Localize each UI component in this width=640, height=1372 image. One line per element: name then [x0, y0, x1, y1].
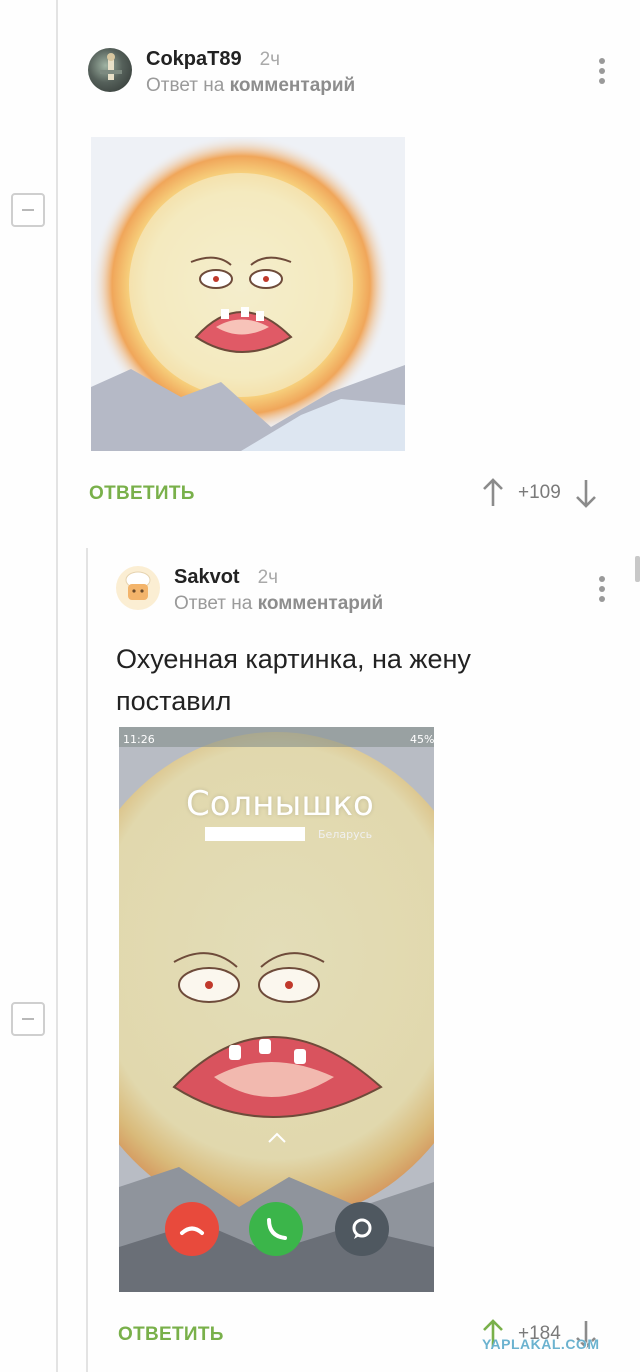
thread-line-inner: [86, 548, 88, 1372]
reply-to-line: Ответ на комментарий: [174, 593, 383, 615]
avatar[interactable]: [116, 566, 160, 610]
timestamp: 2ч: [259, 49, 281, 70]
avatar[interactable]: [88, 48, 132, 92]
collapse-reply-button[interactable]: [11, 1002, 45, 1036]
timestamp: 2ч: [257, 567, 279, 588]
comment-text: Охуенная картинка, на жену поставил: [116, 644, 471, 716]
reply-to-link[interactable]: комментарий: [258, 593, 384, 614]
decline-call-icon: [165, 1202, 219, 1256]
comment-image[interactable]: [91, 137, 405, 451]
more-vertical-icon[interactable]: [592, 574, 612, 604]
redacted-number: [205, 827, 305, 841]
comment-header: CokpaT89 2ч Ответ на комментарий: [88, 48, 355, 97]
reply-to-prefix: Ответ на: [146, 75, 225, 96]
reply-to-line: Ответ на комментарий: [146, 75, 355, 97]
reply-button[interactable]: ОТВЕТИТЬ: [118, 1324, 224, 1346]
scrollbar-thumb[interactable]: [635, 556, 640, 582]
phone-status-time: 11:26: [123, 733, 155, 746]
upvote-arrow-icon[interactable]: [482, 478, 504, 508]
reply-button[interactable]: ОТВЕТИТЬ: [89, 483, 195, 505]
downvote-arrow-icon[interactable]: [575, 478, 597, 508]
watermark: YAPLAKAL.COM: [482, 1336, 600, 1352]
thread-line-outer: [56, 0, 58, 1372]
caller-region: Беларусь: [318, 828, 373, 841]
collapse-thread-button[interactable]: [11, 193, 45, 227]
reply-to-link[interactable]: комментарий: [230, 75, 356, 96]
more-vertical-icon[interactable]: [592, 56, 612, 86]
accept-call-icon: [249, 1202, 303, 1256]
vote-widget: +109: [482, 478, 597, 508]
message-icon: [335, 1202, 389, 1256]
caller-name: Солнышко: [186, 784, 374, 824]
score-count: +109: [518, 482, 561, 503]
username[interactable]: CokpaT89: [146, 48, 242, 71]
phone-battery: 45%: [410, 733, 435, 746]
comment-header: Sakvot 2ч Ответ на комментарий: [116, 566, 383, 615]
reply-to-prefix: Ответ на: [174, 593, 253, 614]
username[interactable]: Sakvot: [174, 566, 240, 589]
